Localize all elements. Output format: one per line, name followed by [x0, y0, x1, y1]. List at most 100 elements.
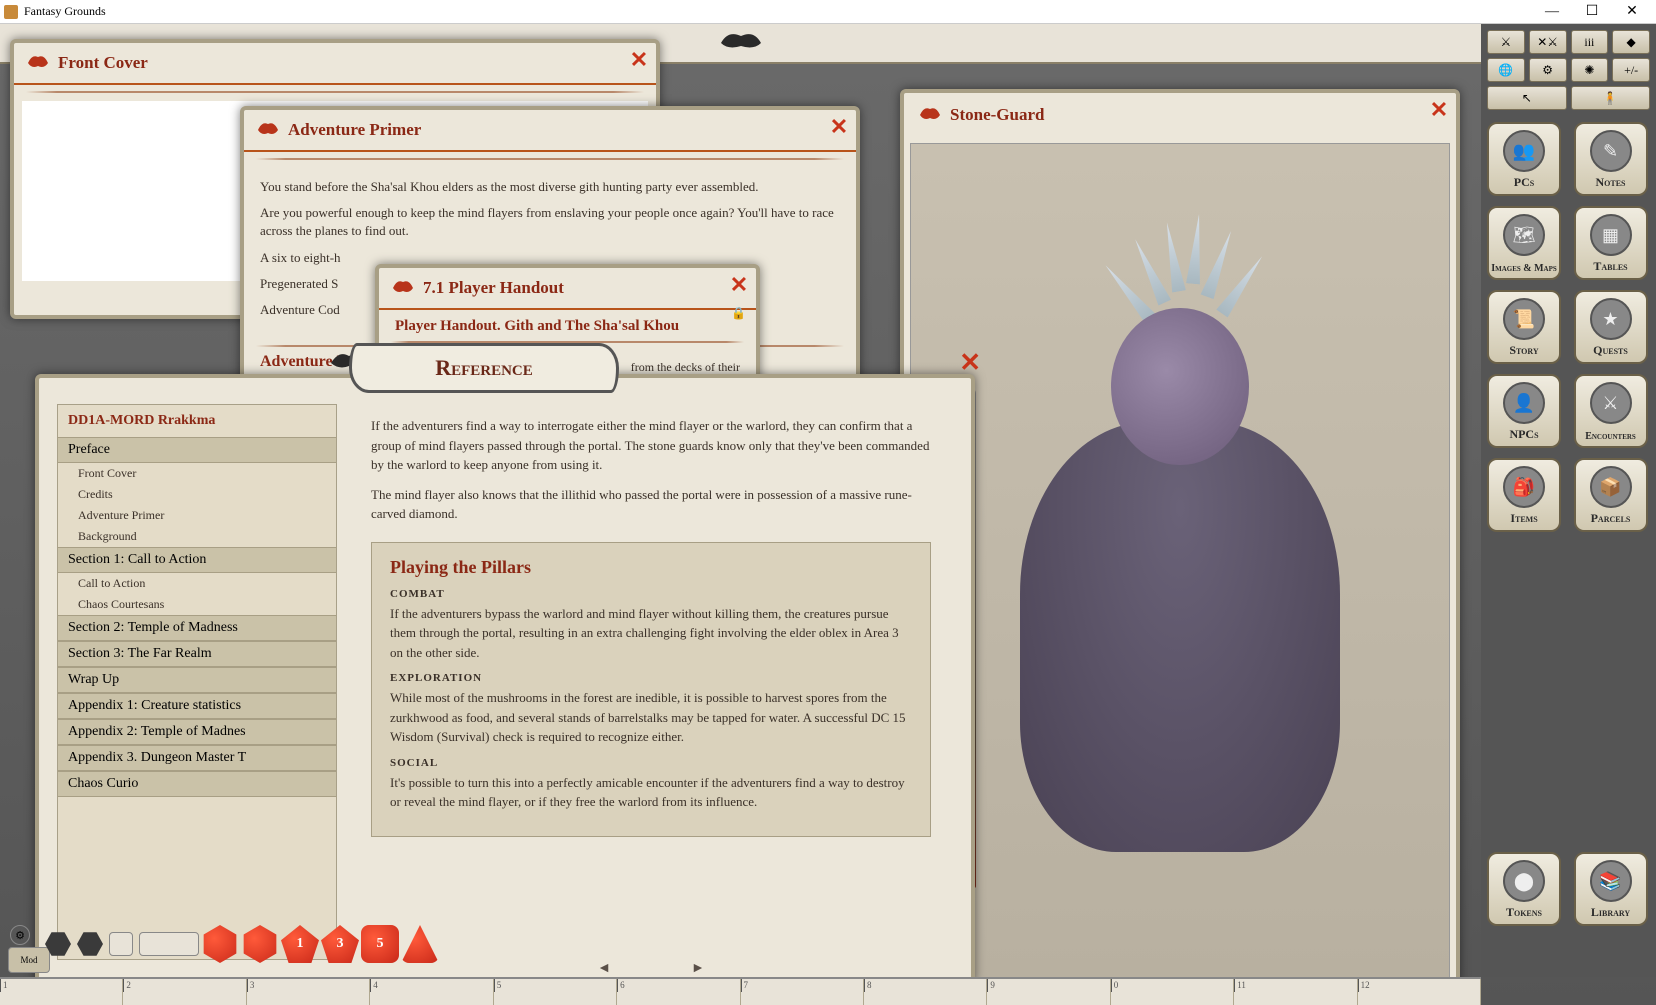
hotkey-9[interactable]: 9 [987, 979, 1110, 1005]
hotkey-8[interactable]: 8 [864, 979, 987, 1005]
close-button[interactable]: ✕ [1612, 2, 1652, 22]
tool-arrow-mode[interactable]: ↖ [1487, 86, 1567, 110]
sidebar-tables[interactable]: ▦Tables [1574, 206, 1648, 280]
sidebar-items[interactable]: 🎒Items [1487, 458, 1561, 532]
hotkey-5[interactable]: 5 [494, 979, 617, 1005]
dragon-icon [26, 51, 50, 75]
sidebar-pcs[interactable]: 👥PCs [1487, 122, 1561, 196]
sidebar-notes[interactable]: ✎Notes [1574, 122, 1648, 196]
toc-item[interactable]: Background [58, 526, 336, 547]
tool-globe[interactable]: 🌐 [1487, 58, 1525, 82]
hotkey-bar: 1 2 3 4 5 6 7 8 9 0 11 12 [0, 977, 1481, 1005]
hotkey-1[interactable]: 1 [0, 979, 123, 1005]
window-header[interactable]: Stone-Guard [904, 93, 1456, 137]
sidebar-item-label: Story [1509, 343, 1538, 358]
handout-subtitle: Player Handout. Gith and The Sha'sal Kho… [395, 318, 740, 335]
window-header[interactable]: 7.1 Player Handout [379, 268, 756, 310]
tool-modifier[interactable]: +/- [1612, 58, 1650, 82]
hotkey-3[interactable]: 3 [247, 979, 370, 1005]
sidebar-item-label: PCs [1514, 175, 1534, 190]
hotkey-12[interactable]: 12 [1358, 979, 1481, 1005]
tool-pointer[interactable]: ⚔ [1487, 30, 1525, 54]
hotkey-6[interactable]: 6 [617, 979, 740, 1005]
toc-section-app3[interactable]: Appendix 3. Dungeon Master T [58, 745, 336, 771]
tool-info[interactable]: iii [1571, 30, 1609, 54]
sidebar-npcs[interactable]: 👤NPCs [1487, 374, 1561, 448]
window-title: Stone-Guard [950, 105, 1442, 125]
lock-icon[interactable]: 🔒 [731, 306, 746, 321]
toc-item[interactable]: Credits [58, 484, 336, 505]
pillars-heading: Playing the Pillars [390, 557, 912, 578]
images-icon: 🗺 [1503, 214, 1545, 256]
sidebar-encounters[interactable]: ⚔Encounters [1574, 374, 1648, 448]
sidebar-parcels[interactable]: 📦Parcels [1574, 458, 1648, 532]
prev-page-button[interactable]: ◄ [597, 961, 611, 977]
tool-character-mode[interactable]: 🧍 [1571, 86, 1651, 110]
tool-combat[interactable]: ✕⚔ [1529, 30, 1567, 54]
toc-title: DD1A-MORD Rrakkma [58, 405, 336, 437]
toc-section-app1[interactable]: Appendix 1: Creature statistics [58, 693, 336, 719]
hotkey-4[interactable]: 4 [370, 979, 493, 1005]
window-title: 7.1 Player Handout [423, 278, 744, 298]
next-page-button[interactable]: ► [691, 961, 705, 977]
window-header[interactable]: Adventure Primer [244, 110, 856, 152]
window-header[interactable]: Front Cover [14, 43, 656, 85]
toolbar-row-1: ⚔ ✕⚔ iii ◆ [1487, 30, 1650, 54]
maximize-button[interactable]: ☐ [1572, 2, 1612, 22]
toc-section-preface[interactable]: Preface [58, 437, 336, 463]
toc-item[interactable]: Chaos Courtesans [58, 594, 336, 615]
app-icon [4, 5, 18, 19]
close-icon[interactable]: ✕ [628, 49, 650, 71]
d20-die[interactable] [201, 925, 239, 963]
dragon-icon [918, 103, 942, 127]
tool-book[interactable]: ◆ [1612, 30, 1650, 54]
sidebar-images[interactable]: 🗺Images & Maps [1487, 206, 1561, 280]
toc-section-app2[interactable]: Appendix 2: Temple of Madnes [58, 719, 336, 745]
creature-image[interactable] [910, 143, 1450, 988]
toc-section-3[interactable]: Section 3: The Far Realm [58, 641, 336, 667]
tool-settings[interactable]: ⚙ [1529, 58, 1567, 82]
minimize-button[interactable]: — [1532, 2, 1572, 22]
d10-die[interactable]: 1 [281, 925, 319, 963]
toc-item[interactable]: Call to Action [58, 573, 336, 594]
sidebar-library[interactable]: 📚Library [1574, 852, 1648, 926]
dice-slot[interactable] [77, 931, 103, 957]
d12-die[interactable] [241, 925, 279, 963]
sidebar-tokens[interactable]: ⬤Tokens [1487, 852, 1561, 926]
toc-item[interactable]: Adventure Primer [58, 505, 336, 526]
close-icon[interactable]: ✕ [828, 116, 850, 138]
sidebar-story[interactable]: 📜 Story [1487, 290, 1561, 364]
d4-die[interactable] [401, 925, 439, 963]
hotkey-2[interactable]: 2 [123, 979, 246, 1005]
sidebar-quests[interactable]: ★Quests [1574, 290, 1648, 364]
primer-text: You stand before the Sha'sal Khou elders… [260, 178, 840, 196]
story-icon: 📜 [1503, 298, 1545, 340]
window-reference[interactable]: ✕ Reference DD1A-MORD Rrakkma Preface Fr… [35, 374, 975, 984]
settings-gear-button[interactable]: ⚙ [10, 925, 30, 945]
d8-die[interactable]: 3 [321, 925, 359, 963]
close-icon[interactable]: ✕ [959, 348, 981, 378]
primer-text: Are you powerful enough to keep the mind… [260, 204, 840, 240]
pillar-text: If the adventurers bypass the warlord an… [390, 604, 912, 663]
npcs-icon: 👤 [1503, 382, 1545, 424]
hotkey-7[interactable]: 7 [741, 979, 864, 1005]
close-icon[interactable]: ✕ [728, 274, 750, 296]
toc-section-wrap[interactable]: Wrap Up [58, 667, 336, 693]
close-icon[interactable]: ✕ [1428, 99, 1450, 121]
sidebar-item-label: Encounters [1585, 431, 1636, 442]
d6-die[interactable]: 5 [361, 925, 399, 963]
modifier-box[interactable]: Mod [8, 947, 50, 973]
hotkey-11[interactable]: 11 [1234, 979, 1357, 1005]
dice-slot[interactable] [45, 931, 71, 957]
dice-input[interactable] [109, 932, 133, 956]
stone-guard-illustration [951, 207, 1408, 924]
hotkey-0[interactable]: 0 [1111, 979, 1234, 1005]
toc-item[interactable]: Front Cover [58, 463, 336, 484]
toc-section-chaos[interactable]: Chaos Curio [58, 771, 336, 797]
dice-count-input[interactable] [139, 932, 199, 956]
tool-effects[interactable]: ✺ [1571, 58, 1609, 82]
toc-section-2[interactable]: Section 2: Temple of Madness [58, 615, 336, 641]
toc-section-1[interactable]: Section 1: Call to Action [58, 547, 336, 573]
window-stone-guard[interactable]: Stone-Guard ✕ [900, 89, 1460, 989]
pillar-text: While most of the mushrooms in the fores… [390, 688, 912, 747]
